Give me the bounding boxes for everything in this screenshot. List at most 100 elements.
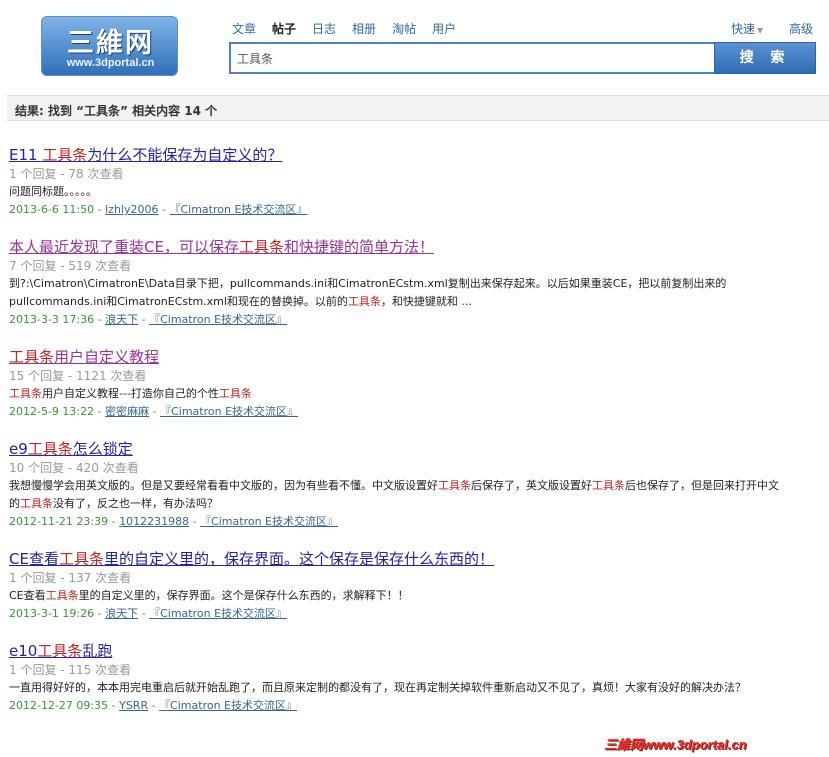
result-item: 本人最近发现了重装CE，可以保存工具条和快捷键的简单方法！ 7 个回复 - 519… [9,236,799,329]
snippet-highlight: 工具条 [9,387,42,400]
result-meta: 15 个回复 - 1121 次查看 [9,369,147,383]
result-author-link[interactable]: lzhly2006 [105,203,158,216]
result-forum-link[interactable]: 『Cimatron E技术交流区』 [169,203,307,216]
snippet-text: 用户自定义教程---打造你自己的个性 [42,387,219,400]
result-author-link[interactable]: 密密麻麻 [105,405,149,418]
search-box [229,42,715,74]
search-input[interactable] [237,44,707,72]
result-author-link[interactable]: 1012231988 [119,515,189,528]
result-title-link[interactable]: 工具条用户自定义教程 [9,346,159,368]
result-summary: 结果: 找到 “工具条” 相关内容 14 个 [15,104,218,118]
quick-label: 快速 [731,22,756,36]
title-text: 用户自定义教程 [54,348,160,366]
result-forum-link[interactable]: 『Cimatron E技术交流区』 [149,607,287,620]
snippet-highlight: 工具条 [218,387,252,400]
site-header: 三維网 www.3dportal.cn 文章 帖子 日志 相册 淘帖 用户 快速… [0,0,829,90]
snippet-highlight: 工具条 [438,479,471,492]
title-highlight: 工具条 [58,550,104,568]
result-snippet: 问题同标题。。。。。 [9,183,779,201]
result-forum-link[interactable]: 『Cimatron E技术交流区』 [149,313,287,326]
result-meta: 7 个回复 - 519 次查看 [9,259,132,273]
title-text: 乱跑 [82,642,113,660]
result-date: 2013-6-6 11:50 [9,203,95,216]
search-type-tabs: 文章 帖子 日志 相册 淘帖 用户 [232,20,472,38]
logo-url: www.3dportal.cn [66,57,155,69]
result-author-link[interactable]: 浪天下 [105,607,138,620]
result-summary-bar: 结果: 找到 “工具条” 相关内容 14 个 [7,95,829,121]
logo-title: 三維网 [67,28,154,59]
result-info: 2012-5-9 13:22 - 密密麻麻 - 『Cimatron E技术交流区… [9,405,299,418]
snippet-text: 一直用得好好的，本本用完电重启后就开始乱跑了，而且原来定制的都没有了，现在再定制… [9,681,746,694]
result-author-link[interactable]: 浪天下 [105,313,138,326]
title-highlight: 工具条 [42,146,88,164]
result-item: E11 工具条为什么不能保存为自定义的？ 1 个回复 - 78 次查看 问题同标题。… [9,144,799,219]
title-text: CE查看 [9,550,59,568]
snippet-highlight: 工具条 [592,479,625,492]
result-info: 2013-3-3 17:36 - 浪天下 - 『Cimatron E技术交流区』 [9,313,288,326]
advanced-search-link[interactable]: 高级 [789,20,813,37]
result-title-link[interactable]: 本人最近发现了重装CE，可以保存工具条和快捷键的简单方法！ [9,236,434,258]
result-forum-link[interactable]: 『Cimatron E技术交流区』 [159,699,297,712]
result-meta: 1 个回复 - 137 次查看 [9,571,132,585]
result-title-link[interactable]: e9工具条怎么锁定 [9,438,133,460]
title-text: 为什么不能保存为自定义的？ [87,146,283,164]
quick-dropdown[interactable]: 快速 ▼ [731,20,763,37]
result-meta: 1 个回复 - 115 次查看 [9,663,132,677]
snippet-text: 里的自定义里的，保存界面。这个是保存什么东西的，求解释下！！ [78,589,409,602]
result-meta: 10 个回复 - 420 次查看 [9,461,139,475]
title-text: 怎么锁定 [72,440,133,458]
title-text: E11 [9,146,43,164]
result-date: 2013-3-3 17:36 [9,313,95,326]
search-button[interactable]: 搜 索 [714,42,816,74]
snippet-text: 后保存了，英文版设置好 [471,479,592,492]
snippet-text: ，和快捷键就和 ... [380,295,472,308]
result-date: 2012-11-21 23:39 [9,515,109,528]
result-forum-link[interactable]: 『Cimatron E技术交流区』 [160,405,298,418]
result-title-link[interactable]: E11 工具条为什么不能保存为自定义的？ [9,144,282,166]
tab-users[interactable]: 用户 [432,20,456,38]
title-text: 和快捷键的简单方法！ [283,238,434,256]
snippet-highlight: 工具条 [45,589,79,602]
snippet-text: 没有了，反之也一样，有办法吗？ [53,497,218,510]
result-forum-link[interactable]: 『Cimatron E技术交流区』 [200,515,338,528]
result-title-link[interactable]: e10工具条乱跑 [9,640,112,662]
snippet-highlight: 工具条 [20,497,53,510]
result-date: 2013-3-1 19:26 [9,607,95,620]
tab-blogs[interactable]: 日志 [312,20,336,38]
chevron-down-icon: ▼ [757,26,764,35]
result-item: e10工具条乱跑 1 个回复 - 115 次查看 一直用得好好的，本本用完电重启后就… [9,640,799,715]
tab-collections[interactable]: 淘帖 [392,20,416,38]
result-item: e9工具条怎么锁定 10 个回复 - 420 次查看 我想慢慢学会用英文版的。但是又… [9,438,799,531]
snippet-text: 我想慢慢学会用英文版的。但是又要经常看看中文版的，因为有些看不懂。中文版设置好 [9,479,438,492]
site-logo[interactable]: 三維网 www.3dportal.cn [41,16,178,76]
title-highlight: 工具条 [238,238,284,256]
result-date: 2012-12-27 09:35 [9,699,109,712]
result-snippet: 工具条用户自定义教程---打造你自己的个性工具条 [9,385,779,403]
result-date: 2012-5-9 13:22 [9,405,95,418]
result-info: 2013-3-1 19:26 - 浪天下 - 『Cimatron E技术交流区』 [9,607,288,620]
title-highlight: 工具条 [27,440,73,458]
title-text: e9 [9,440,28,458]
result-info: 2013-6-6 11:50 - lzhly2006 - 『Cimatron E… [9,203,308,216]
result-snippet: CE查看工具条里的自定义里的，保存界面。这个是保存什么东西的，求解释下！！ [9,587,779,605]
result-snippet: 我想慢慢学会用英文版的。但是又要经常看看中文版的，因为有些看不懂。中文版设置好工… [9,477,779,513]
snippet-highlight: 工具条 [347,295,381,308]
title-text: e10 [9,642,38,660]
title-highlight: 工具条 [37,642,83,660]
result-title-link[interactable]: CE查看工具条里的自定义里的，保存界面。这个保存是保存什么东西的！ [9,548,494,570]
snippet-text: CE查看 [9,589,46,602]
watermark: 三維网www.3dportal.cn [604,737,747,752]
result-info: 2012-11-21 23:39 - 1012231988 - 『Cimatro… [9,515,338,528]
result-item: 工具条用户自定义教程 15 个回复 - 1121 次查看 工具条用户自定义教程---… [9,346,799,421]
tab-articles[interactable]: 文章 [232,20,256,38]
result-snippet: 一直用得好好的，本本用完电重启后就开始乱跑了，而且原来定制的都没有了，现在再定制… [9,679,779,697]
tab-albums[interactable]: 相册 [352,20,376,38]
title-text: 本人最近发现了重装CE，可以保存 [9,238,239,256]
result-item: CE查看工具条里的自定义里的，保存界面。这个保存是保存什么东西的！ 1 个回复 -… [9,548,799,623]
result-author-link[interactable]: YSRR [119,699,148,712]
result-snippet: 到?:\Cimatron\CimatronE\Data目录下把，pullcomm… [9,275,779,311]
snippet-text: 问题同标题。。。。。 [9,185,97,198]
result-meta: 1 个回复 - 78 次查看 [9,167,124,181]
title-text: 里的自定义里的，保存界面。这个保存是保存什么东西的！ [103,550,494,568]
tab-threads[interactable]: 帖子 [272,20,296,38]
